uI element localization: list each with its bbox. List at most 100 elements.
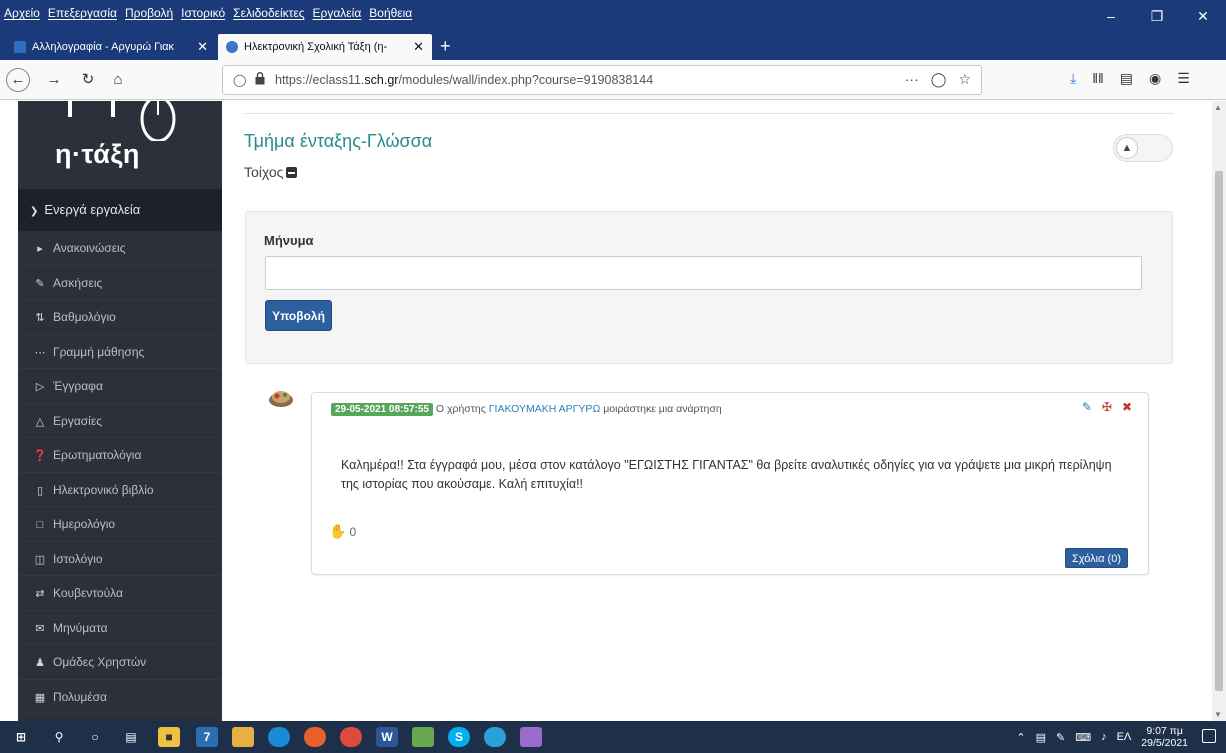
- sidebar-item-exercises[interactable]: ✎ Ασκήσεις: [18, 266, 222, 300]
- clock-date: 29/5/2021: [1141, 737, 1188, 749]
- delete-icon[interactable]: ✖: [1122, 400, 1132, 414]
- tab-eclass[interactable]: Ηλεκτρονική Σχολική Τάξη (η- ✕: [218, 34, 432, 60]
- sidebar-item-label: Ημερολόγιο: [53, 517, 116, 531]
- clock[interactable]: 9:07 πμ 29/5/2021: [1141, 725, 1188, 749]
- sidebar-item-announcements[interactable]: ▸ Ανακοινώσεις: [18, 231, 222, 266]
- minimize-icon[interactable]: –: [1088, 0, 1134, 32]
- volume-muted-icon[interactable]: ♪: [1101, 731, 1107, 743]
- notification-icon[interactable]: [1202, 729, 1216, 743]
- tab-label: Αλληλογραφία - Αργυρώ Γιακ: [32, 41, 175, 53]
- restore-icon[interactable]: ❐: [1134, 0, 1180, 32]
- new-tab-icon[interactable]: +: [440, 34, 451, 58]
- word-icon[interactable]: W: [376, 727, 398, 747]
- reload-icon[interactable]: ↻: [76, 68, 100, 92]
- cortana-icon[interactable]: ○: [84, 727, 106, 747]
- scroll-up-icon[interactable]: ▲: [1214, 103, 1222, 112]
- url-bar[interactable]: ◯ https://eclass11.sch.gr/modules/wall/i…: [222, 65, 982, 95]
- library-icon[interactable]: ‖‖: [1092, 70, 1104, 87]
- skype-icon[interactable]: S: [448, 727, 470, 747]
- users-icon: ♟: [35, 657, 45, 669]
- firefox-icon[interactable]: [304, 727, 326, 747]
- page-actions-icon[interactable]: ···: [905, 71, 919, 88]
- avatar[interactable]: [268, 387, 294, 409]
- scroll-thumb[interactable]: [1215, 171, 1223, 691]
- forward-arrow-icon[interactable]: →: [42, 68, 66, 92]
- chrome-icon[interactable]: [340, 727, 362, 747]
- url-actions: ··· ◯ ☆: [905, 71, 971, 88]
- people-icon[interactable]: 7: [196, 727, 218, 747]
- sidebar-item-user-groups[interactable]: ♟ Ομάδες Χρηστών: [18, 645, 222, 680]
- divider: [244, 113, 1174, 114]
- store-icon[interactable]: ■: [158, 727, 180, 747]
- like-count: 0: [349, 525, 357, 539]
- columns-icon: ◫: [34, 553, 46, 566]
- download-icon[interactable]: ⤓: [1070, 70, 1076, 87]
- pen-icon[interactable]: ✎: [1056, 731, 1065, 744]
- thumbs-up-icon[interactable]: ✋: [329, 523, 346, 539]
- sidebar-item-messages[interactable]: ✉ Μηνύματα: [18, 611, 222, 645]
- sidebar-item-gradebook[interactable]: ⇅ Βαθμολόγιο: [18, 300, 222, 335]
- sidebar-item-blog[interactable]: ◫ Ιστολόγιο: [18, 542, 222, 576]
- logo[interactable]: η·τάξη: [18, 101, 222, 189]
- hamburger-menu-icon[interactable]: ☰: [1177, 70, 1190, 87]
- menu-bookmarks[interactable]: Σελιδοδείκτες: [233, 6, 304, 20]
- course-title[interactable]: Τμήμα ένταξης-Γλώσσα: [244, 131, 432, 152]
- tab-label: Ηλεκτρονική Σχολική Τάξη (η-: [244, 41, 388, 53]
- search-icon[interactable]: ⚲: [48, 727, 70, 747]
- message-input[interactable]: [265, 256, 1142, 290]
- file-explorer-icon[interactable]: [232, 727, 254, 747]
- back-arrow-icon[interactable]: ←: [6, 68, 30, 92]
- collapse-icon[interactable]: [286, 167, 298, 178]
- edge-icon[interactable]: [268, 727, 290, 747]
- sidebar-item-learning-path[interactable]: ⋯ Γραμμή μάθησης: [18, 335, 222, 369]
- pin-icon[interactable]: ✠: [1102, 400, 1112, 414]
- menu-file[interactable]: Αρχείο: [4, 6, 40, 20]
- tab-strip: Αλληλογραφία - Αργυρώ Γιακ ✕ Ηλεκτρονική…: [0, 32, 1226, 60]
- edit-icon[interactable]: ✎: [1082, 400, 1092, 414]
- pocket-icon[interactable]: ◯: [931, 71, 947, 88]
- sidebar-item-chat[interactable]: ⇄ Κουβεντούλα: [18, 576, 222, 611]
- close-tab-icon[interactable]: ✕: [413, 39, 424, 55]
- post-author-link[interactable]: ΓΙΑΚΟΥΜΑΚΗ ΑΡΓΥΡΩ: [489, 403, 601, 415]
- chevron-up-icon[interactable]: ⌃: [1016, 731, 1025, 744]
- exchange-icon: ⇄: [35, 588, 45, 600]
- menu-tools[interactable]: Εργαλεία: [313, 6, 362, 20]
- photos-icon[interactable]: [412, 727, 434, 747]
- sidebar-toggle-icon[interactable]: ▤: [1120, 70, 1133, 87]
- close-window-icon[interactable]: ✕: [1180, 0, 1226, 32]
- network-icon[interactable]: ▤: [1036, 731, 1046, 744]
- menu-help[interactable]: Βοήθεια: [369, 6, 412, 20]
- sidebar-item-calendar[interactable]: □ Ημερολόγιο: [18, 507, 222, 542]
- taskbar-badge: 7: [203, 730, 211, 744]
- shield-icon[interactable]: ◯: [233, 73, 246, 87]
- input-language[interactable]: ΕΛ: [1117, 731, 1132, 743]
- sidebar-item-questionnaires[interactable]: ❓ Ερωτηματολόγια: [18, 438, 222, 473]
- active-tools-header[interactable]: ❯ Ενεργά εργαλεία: [18, 189, 222, 231]
- sidebar-item-label: Ανακοινώσεις: [53, 241, 126, 255]
- sidebar-item-multimedia[interactable]: ▦ Πολυμέσα: [18, 680, 222, 714]
- keyboard-icon[interactable]: ⌨: [1075, 731, 1091, 744]
- app-icon[interactable]: [520, 727, 542, 747]
- sidebar-item-assignments[interactable]: △ Εργασίες: [18, 404, 222, 438]
- menu-edit[interactable]: Επεξεργασία: [48, 6, 117, 20]
- menu-history[interactable]: Ιστορικό: [181, 6, 225, 20]
- comments-button[interactable]: Σχόλια (0): [1065, 548, 1128, 568]
- page-scrollbar[interactable]: ▲ ▼: [1212, 101, 1226, 721]
- post-meta-suffix: μοιράστηκε μια ανάρτηση: [603, 403, 722, 415]
- task-view-icon[interactable]: ▤: [120, 727, 142, 747]
- sidebar-item-ebook[interactable]: ▯ Ηλεκτρονικό βιβλίο: [18, 473, 222, 507]
- submit-button[interactable]: Υποβολή: [265, 300, 332, 331]
- account-icon[interactable]: ◉: [1149, 70, 1161, 87]
- menu-view[interactable]: Προβολή: [125, 6, 173, 20]
- sidebar-item-documents[interactable]: ▷ Έγγραφα: [18, 369, 222, 404]
- bookmark-star-icon[interactable]: ☆: [958, 71, 971, 88]
- maps-icon[interactable]: [484, 727, 506, 747]
- close-tab-icon[interactable]: ✕: [197, 39, 208, 55]
- flask-icon: △: [35, 415, 45, 428]
- tab-mail[interactable]: Αλληλογραφία - Αργυρώ Γιακ ✕: [6, 34, 216, 60]
- wall-post: 29-05-2021 08:57:55 Ο χρήστης ΓΙΑΚΟΥΜΑΚΗ…: [311, 392, 1149, 575]
- home-icon[interactable]: ⌂: [106, 68, 130, 92]
- student-view-toggle[interactable]: ▲: [1113, 134, 1173, 162]
- windows-start-icon[interactable]: ⊞: [10, 727, 32, 747]
- scroll-down-icon[interactable]: ▼: [1214, 710, 1222, 719]
